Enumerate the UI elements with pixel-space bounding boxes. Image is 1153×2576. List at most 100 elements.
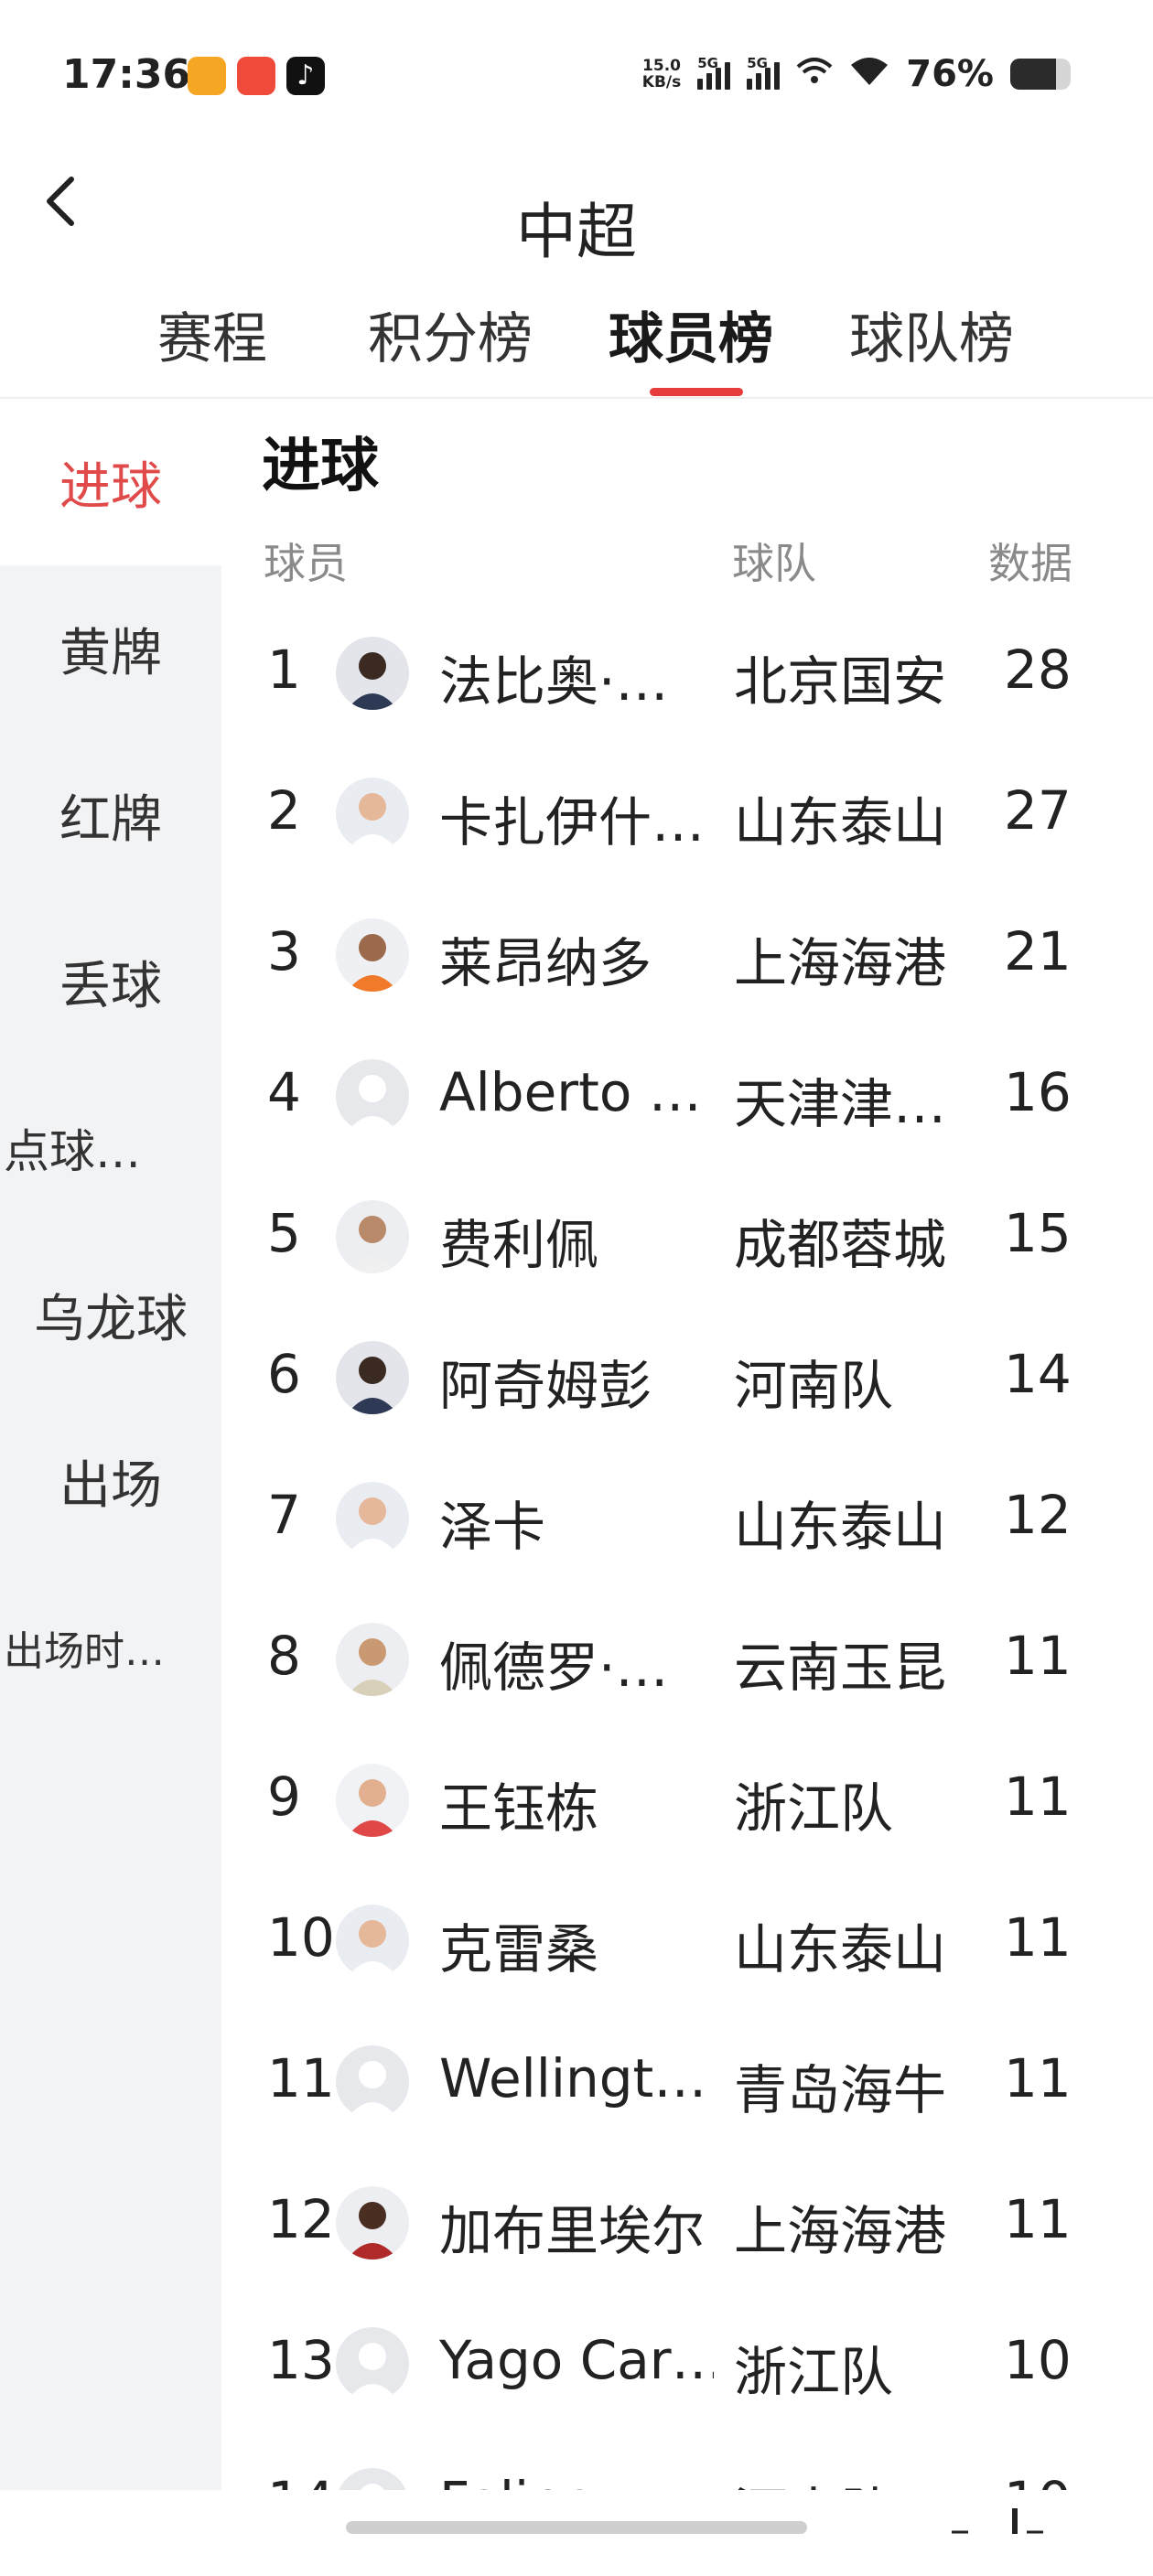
status-indicators: 15.0 KB/s 5G 5G 76%	[642, 53, 1071, 95]
team-name[interactable]: 山东泰山	[734, 1906, 972, 1983]
ranking-row[interactable]: 7 泽卡 山东泰山 12	[221, 1449, 1153, 1590]
home-indicator[interactable]	[346, 2521, 807, 2534]
gesture-handle-icon	[952, 2505, 1043, 2538]
player-avatar-icon[interactable]	[336, 1623, 409, 1696]
sidebar-item-penalties[interactable]: 点球…	[0, 1065, 221, 1231]
row-rank: 6	[267, 1343, 301, 1405]
row-rank: 13	[267, 2329, 335, 2391]
player-name[interactable]: 费利佩	[439, 1202, 714, 1279]
tiktok-icon: ♪	[286, 57, 325, 95]
goal-count: 12	[1004, 1484, 1072, 1546]
sidebar-item-goals[interactable]: 进球	[0, 399, 221, 565]
player-name[interactable]: 克雷桑	[439, 1906, 714, 1983]
player-avatar-icon[interactable]	[336, 637, 409, 710]
player-name[interactable]: 王钰栋	[439, 1766, 714, 1842]
tab-standings[interactable]: 积分榜	[368, 295, 533, 374]
row-rank: 11	[267, 2047, 335, 2109]
player-avatar-icon[interactable]	[336, 2327, 409, 2400]
sim1-label: 5G	[697, 55, 718, 71]
player-avatar-icon[interactable]	[336, 1482, 409, 1555]
team-name[interactable]: 山东泰山	[734, 1484, 972, 1561]
player-avatar-icon[interactable]	[336, 918, 409, 992]
player-avatar-icon[interactable]	[336, 1764, 409, 1837]
player-name[interactable]: Wellingt…	[439, 2047, 714, 2109]
row-rank: 12	[267, 2188, 335, 2250]
player-name[interactable]: Alberto …	[439, 1061, 714, 1123]
sidebar-item-red-cards[interactable]: 红牌	[0, 732, 221, 898]
player-avatar-icon[interactable]	[336, 1341, 409, 1414]
ranking-row[interactable]: 5 费利佩 成都蓉城 15	[221, 1167, 1153, 1308]
tab-player-rankings[interactable]: 球员榜	[609, 295, 773, 374]
ranking-row[interactable]: 1 法比奥·… 北京国安 28	[221, 604, 1153, 745]
ranking-row[interactable]: 2 卡扎伊什… 山东泰山 27	[221, 745, 1153, 886]
player-name[interactable]: 法比奥·…	[439, 639, 714, 715]
ranking-row[interactable]: 12 加布里埃尔 上海海港 11	[221, 2153, 1153, 2294]
ranking-row[interactable]: 11 Wellingt… 青岛海牛 11	[221, 2012, 1153, 2153]
goal-count: 11	[1004, 2047, 1072, 2109]
team-name[interactable]: 云南玉昆	[734, 1625, 972, 1701]
row-rank: 10	[267, 1906, 335, 1969]
sidebar-item-minutes[interactable]: 出场时…	[0, 1564, 221, 1731]
battery-percent: 76%	[906, 53, 994, 95]
team-name[interactable]: 浙江队	[734, 2329, 972, 2406]
tab-team-rankings[interactable]: 球队榜	[849, 295, 1014, 374]
goal-count: 16	[1004, 1061, 1072, 1123]
row-rank: 2	[267, 779, 301, 842]
ranking-row[interactable]: 9 王钰栋 浙江队 11	[221, 1731, 1153, 1872]
player-name[interactable]: 佩德罗·…	[439, 1625, 714, 1701]
team-name[interactable]: 天津津…	[734, 1061, 972, 1138]
hotspot-icon	[796, 56, 833, 93]
column-header-data: 数据	[988, 539, 1072, 588]
player-name[interactable]: Yago Car…	[439, 2329, 714, 2391]
sidebar-item-yellow-cards[interactable]: 黄牌	[0, 565, 221, 732]
player-avatar-icon[interactable]	[336, 1200, 409, 1273]
tab-bar: 赛程 积分榜 球员榜 球队榜	[0, 295, 1153, 395]
player-avatar-icon[interactable]	[336, 1059, 409, 1132]
ranking-row[interactable]: 3 莱昂纳多 上海海港 21	[221, 886, 1153, 1026]
sim2-label: 5G	[747, 55, 768, 71]
player-name[interactable]: 阿奇姆彭	[439, 1343, 714, 1420]
team-name[interactable]: 浙江队	[734, 1766, 972, 1842]
player-name[interactable]: 莱昂纳多	[439, 920, 714, 997]
team-name[interactable]: 山东泰山	[734, 779, 972, 856]
player-name[interactable]: 加布里埃尔	[439, 2188, 714, 2265]
signal-2-icon: 5G	[747, 55, 781, 90]
net-speed: 15.0 KB/s	[642, 58, 681, 91]
goal-count: 27	[1004, 779, 1072, 842]
ranking-row[interactable]: 6 阿奇姆彭 河南队 14	[221, 1308, 1153, 1449]
net-speed-unit: KB/s	[641, 73, 682, 91]
team-name[interactable]: 河南队	[734, 1343, 972, 1420]
player-name[interactable]: 卡扎伊什…	[439, 779, 714, 856]
goal-count: 11	[1004, 1766, 1072, 1828]
team-name[interactable]: 北京国安	[734, 639, 972, 715]
app-icon-orange	[188, 57, 226, 95]
ranking-row[interactable]: 8 佩德罗·… 云南玉昆 11	[221, 1590, 1153, 1731]
goal-count: 11	[1004, 1625, 1072, 1687]
tab-schedule[interactable]: 赛程	[157, 295, 267, 374]
status-time: 17:36	[62, 51, 191, 98]
player-avatar-icon[interactable]	[336, 2045, 409, 2119]
team-name[interactable]: 青岛海牛	[734, 2047, 972, 2124]
player-name[interactable]: 泽卡	[439, 1484, 714, 1561]
sidebar-item-turnovers[interactable]: 丢球	[0, 898, 221, 1065]
ranking-row[interactable]: 4 Alberto … 天津津… 16	[221, 1026, 1153, 1167]
app-icon-red	[237, 57, 275, 95]
player-avatar-icon[interactable]	[336, 778, 409, 851]
status-bar: 17:36 ♪ 15.0 KB/s 5G 5G 76%	[0, 0, 1153, 156]
sidebar-item-own-goals[interactable]: 乌龙球	[0, 1231, 221, 1398]
team-name[interactable]: 上海海港	[734, 2188, 972, 2265]
goal-count: 11	[1004, 1906, 1072, 1969]
row-rank: 4	[267, 1061, 301, 1123]
team-name[interactable]: 上海海港	[734, 920, 972, 997]
row-rank: 9	[267, 1766, 301, 1828]
ranking-row[interactable]: 10 克雷桑 山东泰山 11	[221, 1872, 1153, 2012]
sidebar-item-appearances[interactable]: 出场	[0, 1398, 221, 1564]
team-name[interactable]: 成都蓉城	[734, 1202, 972, 1279]
ranking-row[interactable]: 13 Yago Car… 浙江队 10	[221, 2294, 1153, 2435]
player-avatar-icon[interactable]	[336, 2186, 409, 2259]
wifi-icon	[849, 56, 889, 93]
goal-count: 28	[1004, 639, 1072, 701]
goal-count: 21	[1004, 920, 1072, 982]
goal-count: 11	[1004, 2188, 1072, 2250]
player-avatar-icon[interactable]	[336, 1905, 409, 1978]
